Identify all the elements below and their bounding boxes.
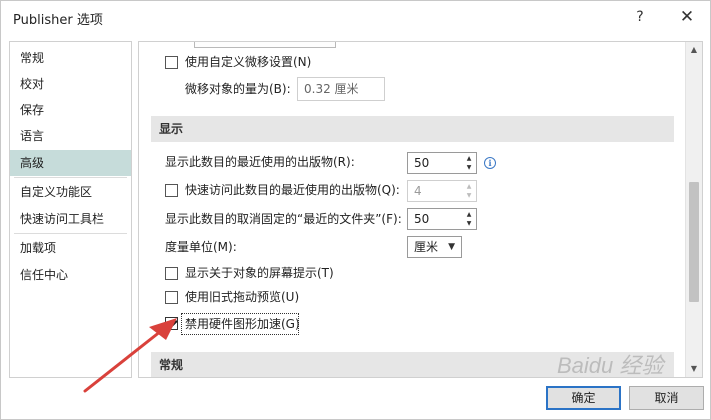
nav-item-save[interactable]: 保存	[10, 97, 131, 123]
unpinned-folders-spinner[interactable]: 50 ▲ ▼	[407, 208, 477, 230]
nudge-amount-label: 微移对象的量为(B):	[185, 82, 291, 96]
show-screentips-checkbox[interactable]	[165, 267, 178, 280]
dropdown-arrow-icon: ▼	[448, 242, 455, 252]
spinner-value: 50	[414, 156, 430, 170]
spinner-value: 4	[414, 184, 422, 198]
nav-item-proofing[interactable]: 校对	[10, 71, 131, 97]
nav-item-trust-center[interactable]: 信任中心	[10, 262, 131, 288]
advanced-options-panel: 使用自定义微移设置(N) 微移对象的量为(B): 0.32 厘米 显示 显示此数…	[138, 41, 703, 378]
nav-item-customize-ribbon[interactable]: 自定义功能区	[10, 179, 131, 205]
quick-access-recent-label: 快速访问此数目的最近使用的出版物(Q):	[185, 183, 400, 197]
section-header-general: 常规	[151, 352, 674, 377]
legacy-drag-preview-label: 使用旧式拖动预览(U)	[185, 290, 300, 304]
section-header-display: 显示	[151, 116, 674, 142]
nav-item-add-ins[interactable]: 加载项	[10, 235, 131, 261]
cancel-button[interactable]: 取消	[629, 386, 704, 410]
scroll-up-icon[interactable]: ▲	[686, 42, 702, 58]
nav-item-general[interactable]: 常规	[10, 45, 131, 71]
nav-item-quick-access-toolbar[interactable]: 快速访问工具栏	[10, 206, 131, 232]
chevron-down-icon[interactable]: ▼	[464, 191, 474, 200]
nav-item-language[interactable]: 语言	[10, 123, 131, 149]
dropdown-value: 厘米	[414, 240, 439, 254]
legacy-drag-preview-checkbox[interactable]	[165, 291, 178, 304]
options-dialog: Publisher 选项 ? ✕ 常规 校对 保存 语言 高级 自定义功能区 快…	[0, 0, 711, 420]
nudge-amount-field[interactable]: 0.32 厘米	[297, 77, 385, 101]
info-icon[interactable]: i	[484, 157, 496, 169]
custom-nudge-label: 使用自定义微移设置(N)	[185, 55, 312, 69]
scroll-down-icon[interactable]: ▼	[686, 361, 702, 377]
scrollbar-thumb[interactable]	[689, 182, 699, 302]
show-screentips-label: 显示关于对象的屏幕提示(T)	[185, 266, 334, 280]
nav-divider	[14, 233, 127, 234]
help-button[interactable]: ?	[627, 5, 653, 29]
recent-publications-spinner[interactable]: 50 ▲ ▼	[407, 152, 477, 174]
chevron-down-icon[interactable]: ▼	[464, 219, 474, 228]
chevron-down-icon[interactable]: ▼	[464, 163, 474, 172]
disable-hardware-acceleration-checkbox[interactable]	[165, 317, 178, 330]
recent-publications-label: 显示此数目的最近使用的出版物(R):	[165, 155, 355, 169]
window-title: Publisher 选项	[13, 13, 103, 28]
unpinned-folders-label: 显示此数目的取消固定的“最近的文件夹”(F):	[165, 212, 402, 226]
title-bar: Publisher 选项 ? ✕	[1, 1, 710, 35]
nav-item-advanced[interactable]: 高级	[10, 150, 131, 176]
quick-access-recent-spinner[interactable]: 4 ▲ ▼	[407, 180, 477, 202]
spinner-value: 50	[414, 212, 430, 226]
disable-hardware-acceleration-label: 禁用硬件图形加速(G)	[185, 317, 300, 331]
measurement-unit-dropdown[interactable]: 厘米 ▼	[407, 236, 462, 258]
measurement-unit-label: 度量单位(M):	[165, 240, 237, 254]
custom-nudge-checkbox[interactable]	[165, 56, 178, 69]
chevron-up-icon[interactable]: ▲	[464, 154, 474, 163]
quick-access-recent-checkbox[interactable]	[165, 184, 178, 197]
close-button[interactable]: ✕	[674, 5, 700, 29]
chevron-up-icon[interactable]: ▲	[464, 210, 474, 219]
chevron-up-icon[interactable]: ▲	[464, 182, 474, 191]
options-navigation: 常规 校对 保存 语言 高级 自定义功能区 快速访问工具栏 加载项 信任中心	[9, 41, 132, 378]
ok-button[interactable]: 确定	[546, 386, 621, 410]
nav-divider	[14, 177, 127, 178]
vertical-scrollbar[interactable]: ▲ ▼	[685, 42, 702, 377]
partial-button[interactable]	[194, 42, 336, 48]
